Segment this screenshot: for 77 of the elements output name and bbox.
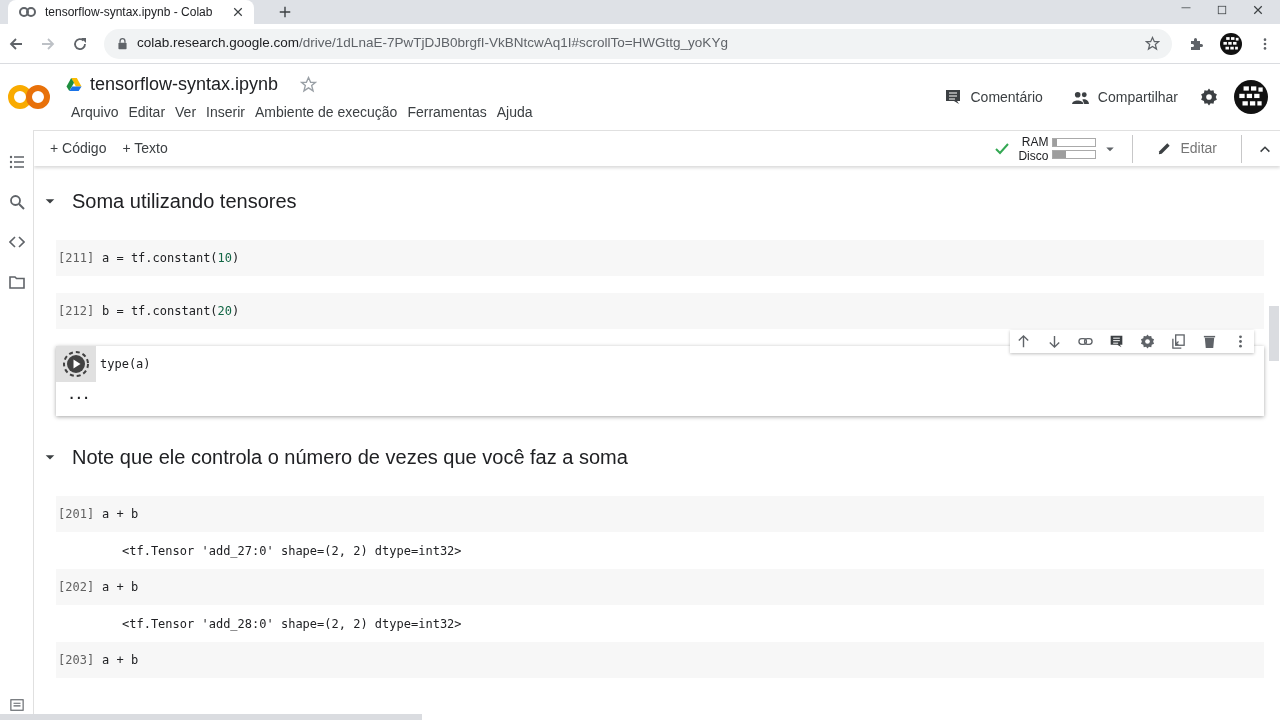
- code-cell[interactable]: [203] a + b: [56, 642, 1264, 678]
- code-line: a = tf.constant(10): [102, 250, 240, 267]
- delete-icon[interactable]: [1202, 334, 1217, 349]
- menu-item[interactable]: Ajuda: [491, 102, 538, 123]
- move-up-icon[interactable]: [1016, 334, 1031, 349]
- browser-tab[interactable]: tensorflow-syntax.ipynb - Colab: [8, 0, 254, 24]
- section-heading: Note que ele controla o número de vezes que você faz a soma: [72, 445, 628, 470]
- scrollbar-thumb[interactable]: [1269, 306, 1279, 361]
- menu-item[interactable]: Arquivo: [66, 102, 124, 123]
- bookmark-star-icon[interactable]: [1145, 36, 1160, 51]
- settings-icon[interactable]: [1200, 88, 1218, 106]
- mirror-cell-icon[interactable]: [1171, 334, 1186, 349]
- maximize-icon[interactable]: [1216, 4, 1228, 16]
- menu-item[interactable]: Ferramentas: [402, 102, 492, 123]
- code-cell[interactable]: [211] a = tf.constant(10): [56, 240, 1264, 276]
- code-cell[interactable]: [212] b = tf.constant(20): [56, 293, 1264, 329]
- tab-title: tensorflow-syntax.ipynb - Colab: [45, 4, 214, 21]
- settings-icon[interactable]: [1140, 334, 1155, 349]
- reload-icon[interactable]: [72, 35, 88, 52]
- minimize-icon[interactable]: [1180, 4, 1192, 10]
- add-cell-button[interactable]: + Código: [42, 136, 115, 161]
- execution-count: [201]: [57, 506, 96, 523]
- code-cell[interactable]: type(a) ...: [56, 346, 1264, 416]
- people-icon: [1070, 89, 1090, 105]
- resource-label: Disco: [1018, 148, 1049, 163]
- code-line: type(a): [100, 356, 151, 373]
- execution-count: [203]: [57, 652, 96, 669]
- comment-icon: [944, 88, 963, 106]
- close-icon[interactable]: [232, 6, 244, 18]
- menu-item[interactable]: Editar: [123, 102, 171, 123]
- resource-meter: [1052, 138, 1097, 148]
- back-icon[interactable]: [8, 35, 24, 52]
- code-line: a + b: [102, 579, 139, 596]
- execution-count: [211]: [57, 250, 96, 267]
- avatar-icon[interactable]: [1220, 32, 1242, 55]
- cell-output: <tf.Tensor 'add_27:0' shape=(2, 2) dtype=int32>: [121, 543, 463, 560]
- resource-meter: [1052, 149, 1097, 159]
- address-bar[interactable]: colab.research.google.com/drive/1dLnaE-7PwTjDJB0brgfI-VkBNtcwAq1I#scrollTo=HWGttg_yoKYg: [104, 28, 1172, 59]
- execution-count: [202]: [57, 579, 96, 596]
- url-text: colab.research.google.com/drive/1dLnaE-7PwTjDJB0brgfI-VkBNtcwAq1I#scrollTo=HWGttg_yoKYg: [137, 34, 728, 53]
- terminal-icon[interactable]: [8, 698, 25, 712]
- toc-icon[interactable]: [8, 154, 25, 170]
- running-spinner-icon: [62, 350, 90, 378]
- resource-indicator[interactable]: RAM Disco: [1018, 134, 1097, 163]
- new-tab-icon[interactable]: [278, 5, 292, 19]
- menu-item[interactable]: Ambiente de execução: [249, 102, 403, 123]
- lock-icon: [116, 37, 129, 50]
- edit-button[interactable]: Editar: [1149, 136, 1225, 161]
- comment-button[interactable]: Comentário: [938, 85, 1049, 109]
- colab-logo[interactable]: [8, 84, 50, 110]
- code-line: a + b: [102, 652, 139, 669]
- menu-item[interactable]: Inserir: [201, 102, 250, 123]
- comment-icon[interactable]: [1109, 334, 1124, 349]
- colab-icon: [18, 4, 37, 20]
- move-down-icon[interactable]: [1047, 334, 1062, 349]
- execution-count: [212]: [57, 303, 96, 320]
- run-button[interactable]: [56, 346, 96, 382]
- avatar-icon[interactable]: [1234, 80, 1268, 114]
- star-icon[interactable]: [300, 76, 318, 93]
- menu-item[interactable]: Ver: [170, 102, 202, 123]
- close-icon[interactable]: [1252, 4, 1264, 16]
- cell-output: <tf.Tensor 'add_28:0' shape=(2, 2) dtype=int32>: [121, 616, 463, 633]
- add-cell-button[interactable]: + Texto: [114, 136, 176, 161]
- resource-label: RAM: [1020, 134, 1049, 149]
- code-line: a + b: [102, 506, 139, 523]
- notebook-title[interactable]: tensorflow-syntax.ipynb: [90, 71, 279, 98]
- code-cell[interactable]: [202] a + b: [56, 569, 1264, 605]
- search-icon[interactable]: [8, 194, 25, 210]
- section-heading: Soma utilizando tensores: [72, 189, 297, 214]
- folder-icon[interactable]: [8, 274, 25, 290]
- drive-icon: [66, 77, 82, 92]
- code-line: b = tf.constant(20): [102, 303, 240, 320]
- extensions-icon[interactable]: [1188, 35, 1204, 52]
- code-icon[interactable]: [8, 234, 25, 250]
- code-cell[interactable]: [201] a + b: [56, 496, 1264, 532]
- execution-placeholder: ...: [67, 387, 91, 404]
- share-button[interactable]: Compartilhar: [1064, 85, 1184, 109]
